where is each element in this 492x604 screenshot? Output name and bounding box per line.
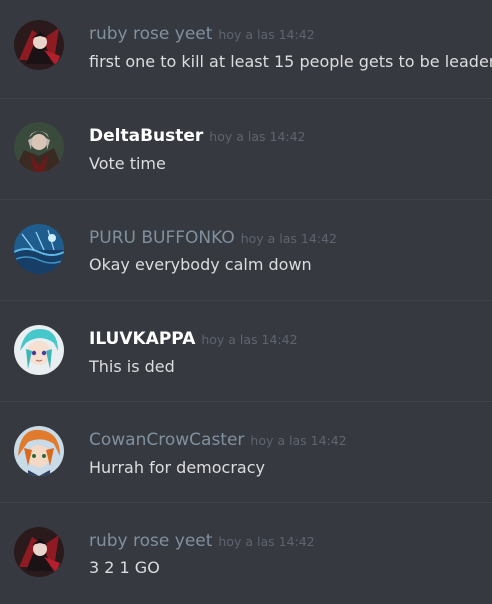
- author-name[interactable]: ruby rose yeet: [89, 531, 212, 551]
- message-content: Vote time: [89, 154, 166, 173]
- chat-message: PURU BUFFONKO hoy a las 14:42 Okay everyb…: [0, 199, 492, 301]
- message-content: Hurrah for democracy: [89, 458, 265, 477]
- message-timestamp: hoy a las 14:42: [250, 433, 347, 448]
- message-content: This is ded: [89, 357, 175, 376]
- avatar-icon[interactable]: [14, 426, 64, 476]
- message-author[interactable]: ruby rose yeet hoy a las 14:42: [89, 24, 315, 45]
- avatar-icon[interactable]: [14, 325, 64, 375]
- message-timestamp: hoy a las 14:42: [218, 534, 315, 549]
- message-content: first one to kill at least 15 people get…: [89, 52, 492, 71]
- author-name[interactable]: PURU BUFFONKO: [89, 228, 235, 248]
- avatar-icon[interactable]: [14, 527, 64, 577]
- author-name[interactable]: DeltaBuster: [89, 126, 203, 146]
- message-timestamp: hoy a las 14:42: [201, 332, 298, 347]
- message-author[interactable]: ruby rose yeet hoy a las 14:42: [89, 531, 315, 552]
- author-name[interactable]: ruby rose yeet: [89, 24, 212, 44]
- message-timestamp: hoy a las 14:42: [209, 129, 306, 144]
- chat-message: ILUVKAPPA hoy a las 14:42 This is ded: [0, 300, 492, 402]
- message-timestamp: hoy a las 14:42: [218, 27, 315, 42]
- avatar-icon[interactable]: [14, 20, 64, 70]
- message-content: Okay everybody calm down: [89, 255, 312, 274]
- author-name[interactable]: CowanCrowCaster: [89, 430, 244, 450]
- avatar-icon[interactable]: [14, 122, 64, 172]
- message-author[interactable]: DeltaBuster hoy a las 14:42: [89, 126, 306, 147]
- author-name[interactable]: ILUVKAPPA: [89, 329, 195, 349]
- message-author[interactable]: CowanCrowCaster hoy a las 14:42: [89, 430, 347, 451]
- message-author[interactable]: PURU BUFFONKO hoy a las 14:42: [89, 228, 337, 249]
- avatar-icon[interactable]: [14, 224, 64, 274]
- chat-message: ruby rose yeet hoy a las 14:42 3 2 1 GO: [0, 502, 492, 604]
- message-content: 3 2 1 GO: [89, 558, 160, 577]
- chat-message: CowanCrowCaster hoy a las 14:42 Hurrah fo…: [0, 401, 492, 503]
- chat-message: DeltaBuster hoy a las 14:42 Vote time: [0, 98, 492, 200]
- message-timestamp: hoy a las 14:42: [240, 231, 337, 246]
- message-author[interactable]: ILUVKAPPA hoy a las 14:42: [89, 329, 298, 350]
- chat-message: ruby rose yeet hoy a las 14:42 first one …: [0, 0, 492, 101]
